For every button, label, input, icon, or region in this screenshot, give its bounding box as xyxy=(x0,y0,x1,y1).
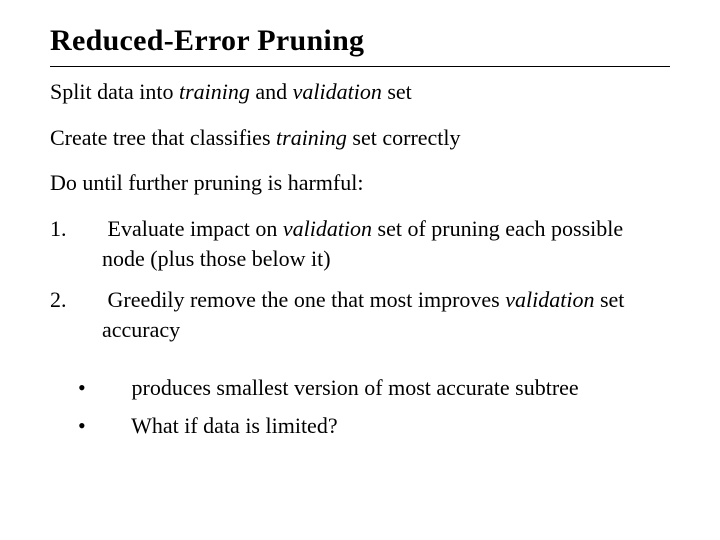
italic-training: training xyxy=(179,79,250,104)
para-create-tree: Create tree that classifies training set… xyxy=(50,123,670,153)
bullet-list: • produces smallest version of most accu… xyxy=(50,373,670,440)
italic-validation: validation xyxy=(283,216,372,241)
text: set correctly xyxy=(347,125,461,150)
numbered-item-1: 1. Evaluate impact on validation set of … xyxy=(50,214,670,273)
text: Evaluate impact on xyxy=(102,216,283,241)
bullet-icon: • xyxy=(102,411,126,441)
slide-title: Reduced-Error Pruning xyxy=(50,24,670,58)
italic-training: training xyxy=(276,125,347,150)
para-do-until: Do until further pruning is harmful: xyxy=(50,168,670,198)
text: set xyxy=(382,79,412,104)
text: Split data into xyxy=(50,79,179,104)
item-number: 1. xyxy=(76,214,102,244)
text: and xyxy=(250,79,293,104)
text: produces smallest version of most accura… xyxy=(126,375,579,400)
text: What if data is limited? xyxy=(126,413,338,438)
bullet-icon: • xyxy=(102,373,126,403)
bullet-item-2: • What if data is limited? xyxy=(102,411,670,441)
italic-validation: validation xyxy=(293,79,382,104)
text: Create tree that classifies xyxy=(50,125,276,150)
item-number: 2. xyxy=(76,285,102,315)
numbered-item-2: 2. Greedily remove the one that most imp… xyxy=(50,285,670,344)
text: Greedily remove the one that most improv… xyxy=(102,287,505,312)
slide: Reduced-Error Pruning Split data into tr… xyxy=(0,0,720,468)
italic-validation: validation xyxy=(505,287,594,312)
title-rule xyxy=(50,66,670,67)
para-split-data: Split data into training and validation … xyxy=(50,77,670,107)
bullet-item-1: • produces smallest version of most accu… xyxy=(102,373,670,403)
